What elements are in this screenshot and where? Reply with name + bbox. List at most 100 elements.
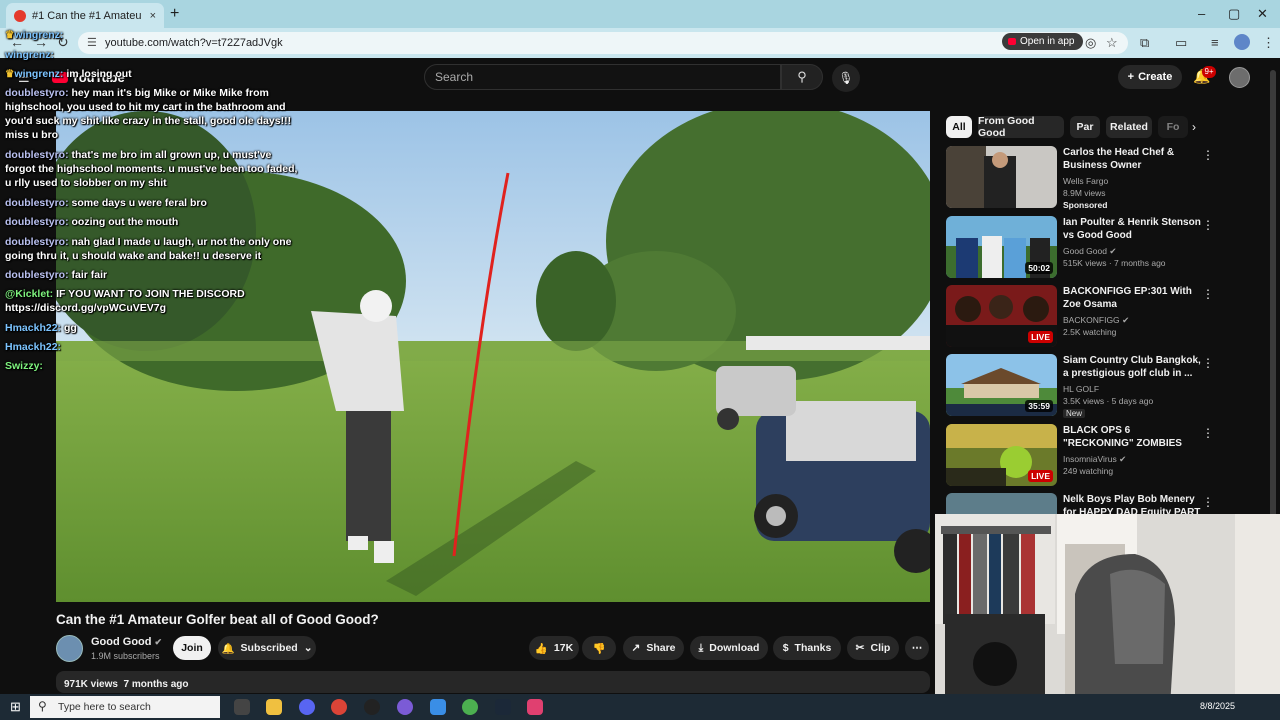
duration-badge: 50:02 bbox=[1025, 262, 1053, 274]
subscribed-button[interactable]: 🔔 Subscribed ⌄ bbox=[218, 636, 316, 660]
account-avatar[interactable] bbox=[1229, 67, 1250, 88]
thanks-label: Thanks bbox=[794, 642, 832, 654]
taskbar-search-input[interactable]: ⚲ Type here to search bbox=[30, 696, 220, 718]
new-tab-button[interactable]: + bbox=[170, 5, 179, 23]
clip-button[interactable]: ✂ Clip bbox=[847, 636, 899, 660]
chip-all[interactable]: All bbox=[946, 116, 972, 138]
minimize-button[interactable]: – bbox=[1198, 6, 1205, 21]
chat-message: doublestyro: that's me bro im all grown … bbox=[5, 149, 298, 189]
more-vert-icon[interactable]: ⋮ bbox=[1202, 495, 1214, 509]
media-controls-icon[interactable]: ≡ bbox=[1211, 35, 1219, 50]
recommendation-title: BLACK OPS 6 "RECKONING" ZOMBIES ROAD TO … bbox=[1063, 425, 1182, 449]
sponsored-label: Sponsored bbox=[1063, 200, 1108, 210]
chat-message: doublestyro: nah glad I made u laugh, ur… bbox=[5, 236, 292, 262]
steam-icon[interactable] bbox=[495, 699, 511, 715]
share-icon: ↗ bbox=[631, 642, 641, 654]
extensions-icon[interactable]: ⧉ bbox=[1140, 35, 1149, 51]
create-button[interactable]: + Create bbox=[1118, 65, 1182, 89]
bookmark-star-icon[interactable]: ☆ bbox=[1106, 35, 1118, 51]
thumbnail: LIVE bbox=[946, 285, 1057, 347]
thumbnail: LIVE bbox=[946, 424, 1057, 486]
upload-age: 7 months ago bbox=[123, 679, 189, 690]
subscriber-count: 1.9M subscribers bbox=[91, 651, 160, 661]
crown-icon: ♛ bbox=[5, 29, 15, 41]
recommendation-item[interactable]: Carlos the Head Chef & Business Owner We… bbox=[946, 146, 1226, 210]
live-badge: LIVE bbox=[1028, 331, 1053, 343]
search-placeholder: Search bbox=[435, 70, 474, 84]
thanks-icon: $ bbox=[782, 642, 789, 654]
search-input[interactable]: Search bbox=[424, 64, 781, 90]
thanks-button[interactable]: $ Thanks bbox=[773, 636, 841, 660]
app-icon[interactable] bbox=[397, 699, 413, 715]
more-vert-icon[interactable]: ⋮ bbox=[1202, 356, 1214, 370]
app-icon[interactable] bbox=[527, 699, 543, 715]
join-button[interactable]: Join bbox=[173, 636, 211, 660]
open-in-app-button[interactable]: Open in app bbox=[1002, 33, 1083, 50]
more-vert-icon[interactable]: ⋮ bbox=[1202, 287, 1214, 301]
recommendation-channel: Good Good ✔ bbox=[1063, 246, 1117, 256]
like-button[interactable]: 👍 17K bbox=[529, 636, 579, 660]
channel-name[interactable]: Good Good ✔ bbox=[91, 636, 162, 648]
cast-icon[interactable]: ▭ bbox=[1175, 35, 1187, 51]
dislike-button[interactable]: 👎 bbox=[582, 636, 616, 660]
chip-from-good-good[interactable]: From Good Good bbox=[978, 115, 1064, 139]
like-count: 17K bbox=[553, 642, 574, 654]
youtube-favicon-icon bbox=[14, 9, 26, 22]
crown-icon: ♛ bbox=[5, 68, 15, 80]
tab-close-button[interactable]: × bbox=[150, 10, 156, 22]
video-meta-box[interactable]: 971K views 7 months ago bbox=[56, 671, 930, 693]
verified-icon: ✔ bbox=[1109, 246, 1117, 256]
obs-icon[interactable] bbox=[364, 699, 380, 715]
chip-more[interactable]: Fo bbox=[1158, 116, 1188, 138]
chip-related[interactable]: Related bbox=[1106, 116, 1152, 138]
stream-chat-overlay: ♛wingrenz: wingrenz: ♛wingrenz: im losin… bbox=[0, 29, 300, 380]
search-icon: ⚲ bbox=[38, 699, 47, 713]
recommendation-stats: 515K views · 7 months ago bbox=[1063, 258, 1166, 268]
chrome-icon[interactable] bbox=[331, 699, 347, 715]
close-window-button[interactable]: ✕ bbox=[1257, 6, 1268, 22]
eye-off-icon[interactable]: ◎ bbox=[1085, 35, 1096, 51]
download-button[interactable]: ⤓ Download bbox=[690, 636, 768, 660]
browser-profile-avatar[interactable] bbox=[1234, 34, 1250, 50]
share-button[interactable]: ↗ Share bbox=[623, 636, 684, 660]
video-title: Can the #1 Amateur Golfer beat all of Go… bbox=[56, 612, 379, 627]
windows-start-icon[interactable]: ⊞ bbox=[10, 699, 21, 715]
more-vert-icon[interactable]: ⋮ bbox=[1202, 218, 1214, 232]
app-icon[interactable] bbox=[430, 699, 446, 715]
scissors-icon: ✂ bbox=[855, 642, 865, 654]
duration-badge: 35:59 bbox=[1025, 400, 1053, 412]
chat-message: Hmackh22: gg bbox=[5, 322, 77, 334]
thumbs-up-icon: 👍 bbox=[534, 642, 548, 655]
recommendation-channel: BACKONFIGG ✔ bbox=[1063, 315, 1130, 325]
webcam-frame bbox=[935, 514, 1280, 707]
thumbnail bbox=[946, 146, 1057, 208]
recommendation-item[interactable]: LIVE BACKONFIGG EP:301 With Zoe Osama BA… bbox=[946, 285, 1226, 349]
maximize-button[interactable]: ▢ bbox=[1228, 6, 1240, 22]
recommendation-title: Siam Country Club Bangkok, a prestigious… bbox=[1063, 355, 1201, 379]
browser-tab-bar: #1 Can the #1 Amateu × + – ▢ ✕ bbox=[0, 0, 1280, 28]
more-vert-icon[interactable]: ⋮ bbox=[1202, 148, 1214, 162]
browser-tab[interactable]: #1 Can the #1 Amateu × bbox=[6, 3, 164, 28]
discord-icon[interactable] bbox=[299, 699, 315, 715]
download-label: Download bbox=[709, 642, 760, 654]
recommendation-channel: InsomniaVirus ✔ bbox=[1063, 454, 1127, 464]
chrome-active-icon[interactable] bbox=[462, 699, 478, 715]
thumbnail: 35:59 bbox=[946, 354, 1057, 416]
search-button[interactable]: ⚲ bbox=[781, 64, 823, 90]
chip-par[interactable]: Par bbox=[1070, 116, 1100, 138]
voice-search-button[interactable]: 🎙 bbox=[832, 64, 860, 92]
task-view-icon[interactable] bbox=[234, 699, 250, 715]
recommendation-item[interactable]: LIVE BLACK OPS 6 "RECKONING" ZOMBIES ROA… bbox=[946, 424, 1226, 488]
channel-avatar[interactable] bbox=[56, 635, 83, 662]
recommendation-item[interactable]: 50:02 Ian Poulter & Henrik Stenson vs Go… bbox=[946, 216, 1226, 280]
view-count: 971K views bbox=[64, 679, 118, 690]
recommendation-item[interactable]: 35:59 Siam Country Club Bangkok, a prest… bbox=[946, 354, 1226, 418]
chevron-right-icon[interactable]: › bbox=[1192, 120, 1196, 134]
more-vert-icon[interactable]: ⋮ bbox=[1202, 426, 1214, 440]
file-explorer-icon[interactable] bbox=[266, 699, 282, 715]
live-badge: LIVE bbox=[1028, 470, 1053, 482]
more-actions-button[interactable]: ⋯ bbox=[905, 636, 929, 660]
recommendation-channel: HL GOLF bbox=[1063, 384, 1100, 394]
recommendation-stats: 249 watching bbox=[1063, 466, 1114, 476]
browser-menu-icon[interactable]: ⋮ bbox=[1262, 35, 1275, 51]
